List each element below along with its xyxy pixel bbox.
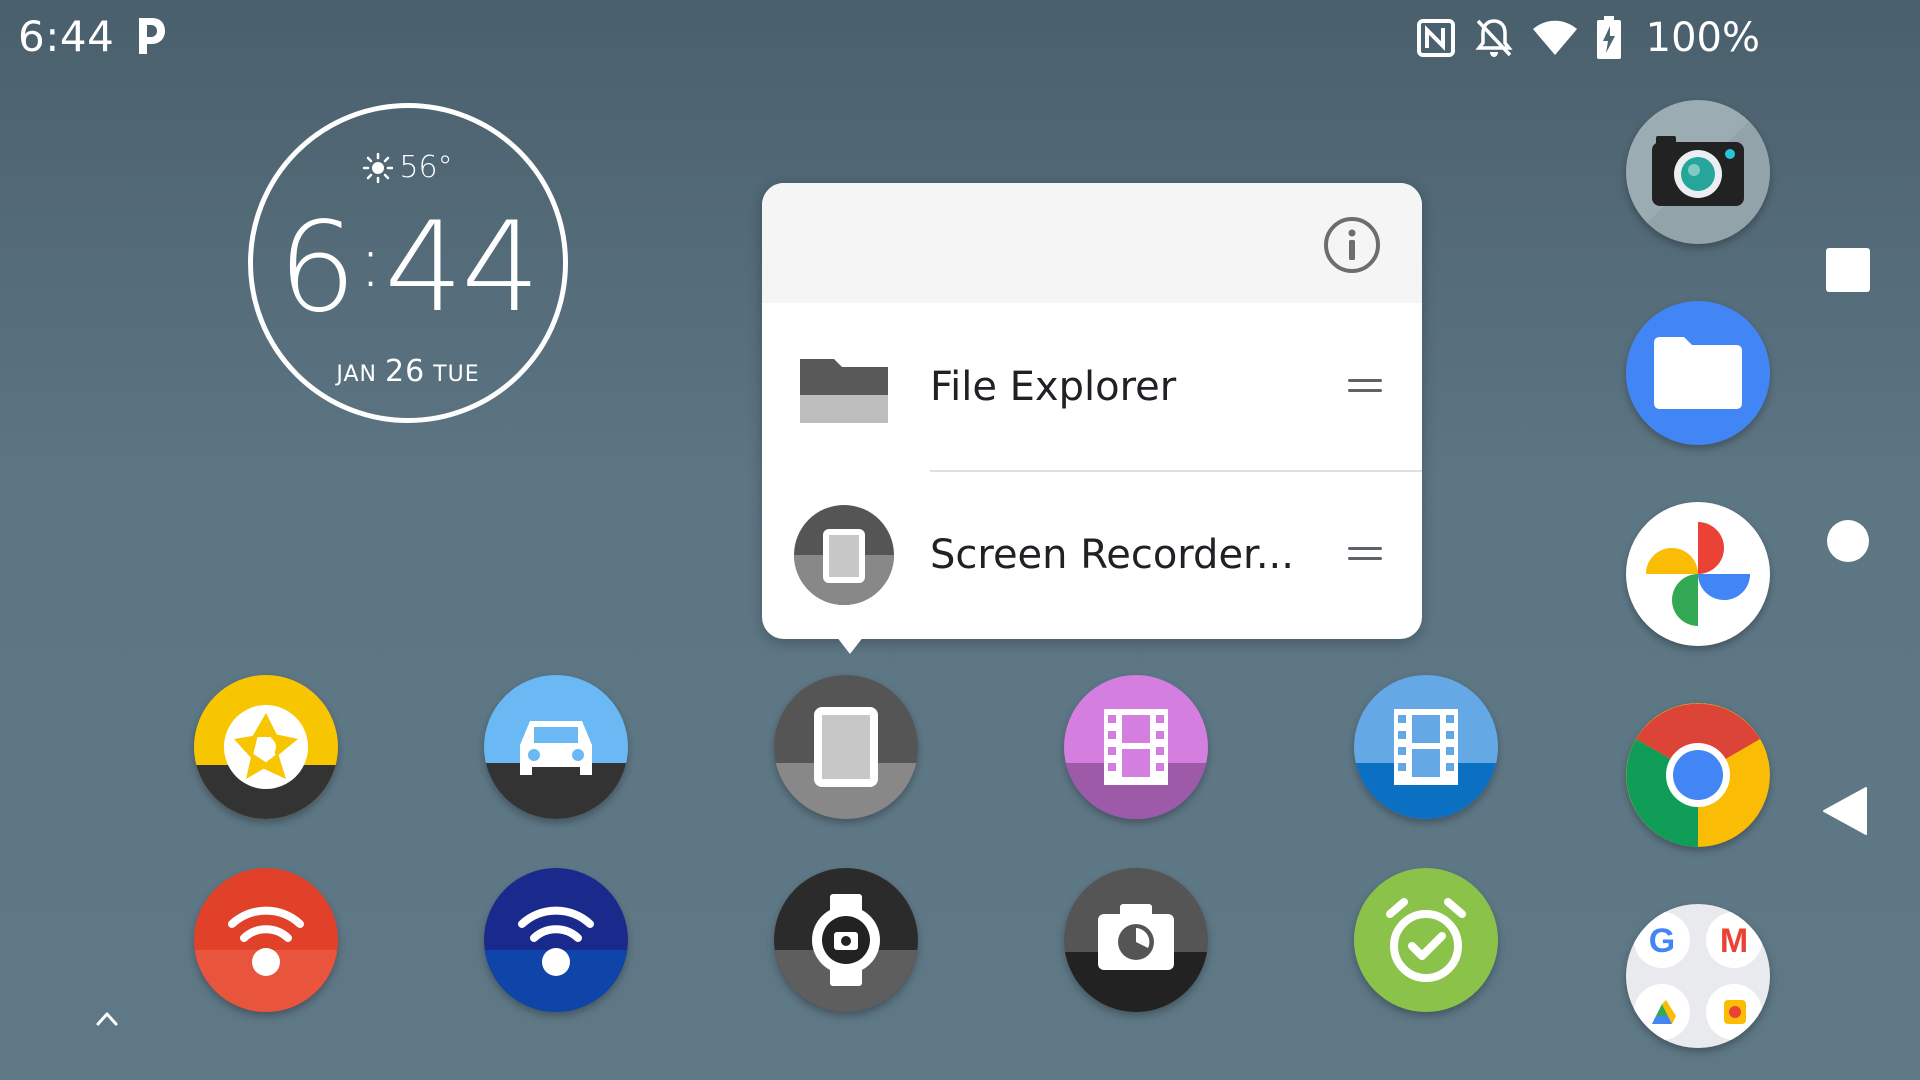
drag-handle[interactable] — [1348, 547, 1382, 563]
status-time: 6:44 — [18, 12, 115, 61]
chrome-app-icon — [1626, 703, 1770, 847]
wifi-dot-icon — [194, 868, 338, 1012]
app-video-blue[interactable] — [1354, 675, 1498, 819]
temperature: 56° — [399, 150, 453, 185]
clock-widget[interactable]: 56° 6:44 JAN 26 TUE — [248, 103, 568, 423]
battery-charging-icon — [1596, 16, 1621, 59]
app-car[interactable] — [484, 675, 628, 819]
weather-row: 56° — [253, 150, 563, 185]
watch-camera-icon — [774, 868, 918, 1012]
popup-header — [762, 183, 1422, 303]
sun-icon — [363, 152, 394, 183]
wifi-icon — [1532, 20, 1577, 55]
recents-button[interactable] — [1826, 248, 1870, 292]
app-camera-timer[interactable] — [1064, 868, 1208, 1012]
circle-icon — [1827, 520, 1869, 562]
drag-handle[interactable] — [1348, 379, 1382, 395]
car-icon — [484, 675, 628, 819]
app-wireless-red[interactable] — [194, 868, 338, 1012]
camera-app-icon — [1626, 100, 1770, 244]
film-icon — [1354, 675, 1498, 819]
wifi-dot-icon — [484, 868, 628, 1012]
back-triangle-icon — [1823, 787, 1867, 835]
app-watch-camera[interactable] — [774, 868, 918, 1012]
clock-weekday: TUE — [433, 362, 480, 387]
notifications-off-icon — [1474, 19, 1513, 57]
shortcut-label: Screen Recorder... — [930, 532, 1294, 578]
tablet-icon — [794, 505, 894, 605]
dock-files[interactable] — [1626, 301, 1770, 445]
clock-time: 6:44 — [277, 196, 540, 340]
app-alarm[interactable] — [1354, 868, 1498, 1012]
nfc-icon — [1416, 19, 1455, 57]
battery-percent: 100% — [1645, 15, 1760, 61]
tablet-icon — [774, 675, 918, 819]
dock-google-folder[interactable]: G M — [1626, 904, 1770, 1048]
svg-text:G: G — [1649, 922, 1675, 960]
shortcut-screen-recorder[interactable]: Screen Recorder... — [762, 471, 1422, 639]
app-shortcut-popup: File Explorer Screen Recorder... — [762, 183, 1422, 639]
popup-arrow — [836, 636, 864, 654]
dock-chrome[interactable] — [1626, 703, 1770, 847]
clock-month: JAN — [336, 362, 377, 387]
photos-app-icon — [1626, 502, 1770, 646]
files-app-icon — [1626, 301, 1770, 445]
google-folder-icon: G M — [1626, 904, 1770, 1048]
dock-camera[interactable] — [1626, 100, 1770, 244]
app-screen-recorder[interactable] — [774, 675, 918, 819]
clock-hour: 6 — [277, 196, 357, 340]
alarm-check-icon — [1354, 868, 1498, 1012]
camera-shutter-icon — [194, 675, 338, 819]
folder-icon — [794, 337, 894, 437]
app-shutter[interactable] — [194, 675, 338, 819]
shortcut-label: File Explorer — [930, 364, 1177, 410]
back-button[interactable] — [1822, 786, 1868, 836]
info-icon[interactable] — [1322, 215, 1382, 275]
app-video-purple[interactable] — [1064, 675, 1208, 819]
svg-text:M: M — [1720, 922, 1748, 960]
film-icon — [1064, 675, 1208, 819]
app-drawer-handle[interactable] — [92, 1006, 122, 1030]
clock-day: 26 — [384, 354, 426, 389]
app-wireless-blue[interactable] — [484, 868, 628, 1012]
clock-date: JAN 26 TUE — [253, 354, 563, 389]
home-button[interactable] — [1826, 519, 1870, 563]
shortcut-file-explorer[interactable]: File Explorer — [762, 303, 1422, 471]
square-icon — [1826, 248, 1870, 292]
camera-timer-icon — [1064, 868, 1208, 1012]
clock-minutes: 44 — [384, 196, 540, 340]
status-icons: 100% — [1416, 14, 1760, 62]
dock-photos[interactable] — [1626, 502, 1770, 646]
chevron-up-icon — [96, 1012, 118, 1026]
parking-app-icon — [133, 14, 167, 58]
